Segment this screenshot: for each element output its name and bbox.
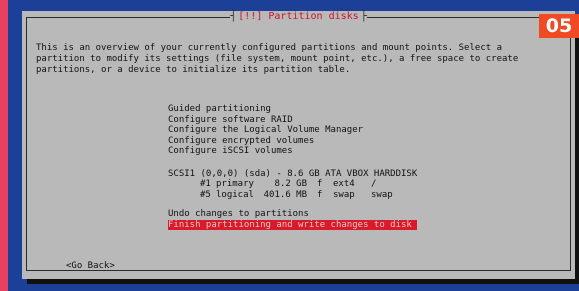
disk-device-row[interactable]: SCSI1 (0,0,0) (sda) - 8.6 GB ATA VBOX HA…: [168, 169, 417, 180]
partition-menu: Guided partitioning Configure software R…: [168, 104, 418, 230]
dialog-description: This is an overview of your currently co…: [36, 43, 566, 76]
title-bracket-right: ├: [360, 11, 367, 22]
menu-item-configure-lvm[interactable]: Configure the Logical Volume Manager: [168, 125, 417, 136]
partition-number: #5: [200, 189, 211, 200]
menu-item-configure-encrypted-volumes[interactable]: Configure encrypted volumes: [168, 136, 417, 147]
partition-size: 8.2 GB: [274, 179, 307, 189]
description-line: partitions, or a device to initialize it…: [36, 65, 351, 75]
dialog-title: [!!] Partition disks: [236, 11, 361, 22]
partition-flag: f: [317, 179, 323, 189]
partition-size: 401.6 MB: [263, 189, 307, 200]
menu-item-finish-partitioning[interactable]: Finish partitioning and write changes to…: [168, 219, 418, 230]
partition-filesystem: swap: [333, 189, 355, 200]
go-back-button[interactable]: <Go Back>: [66, 261, 115, 271]
partition-mount-point: /: [371, 179, 377, 189]
menu-item-configure-software-raid[interactable]: Configure software RAID: [168, 115, 417, 126]
step-number-badge: 05: [539, 14, 579, 38]
partition-row[interactable]: #1 primary 8.2 GB f ext4 /: [168, 179, 417, 190]
description-line: This is an overview of your currently co…: [36, 43, 502, 53]
partition-number: #1: [200, 179, 211, 189]
installer-screen: ┤ [!!] Partition disks ├ This is an overvi…: [8, 0, 579, 291]
partition-type: logical: [216, 189, 254, 200]
menu-item-guided-partitioning[interactable]: Guided partitioning: [168, 104, 417, 115]
partition-filesystem: ext4: [333, 179, 355, 189]
partition-row[interactable]: #5 logical 401.6 MB f swap swap: [168, 190, 417, 201]
menu-item-configure-iscsi-volumes[interactable]: Configure iSCSI volumes: [168, 146, 417, 157]
dialog-title-bar: ┤ [!!] Partition disks ├: [27, 10, 570, 24]
partition-flag: f: [317, 189, 323, 200]
menu-item-undo-changes[interactable]: Undo changes to partitions: [168, 209, 417, 220]
partition-disks-dialog: ┤ [!!] Partition disks ├ This is an overvi…: [22, 11, 575, 279]
partition-type: primary: [216, 179, 254, 189]
partition-mount-point: swap: [371, 189, 393, 200]
description-line: partition to modify its settings (file s…: [36, 54, 519, 64]
